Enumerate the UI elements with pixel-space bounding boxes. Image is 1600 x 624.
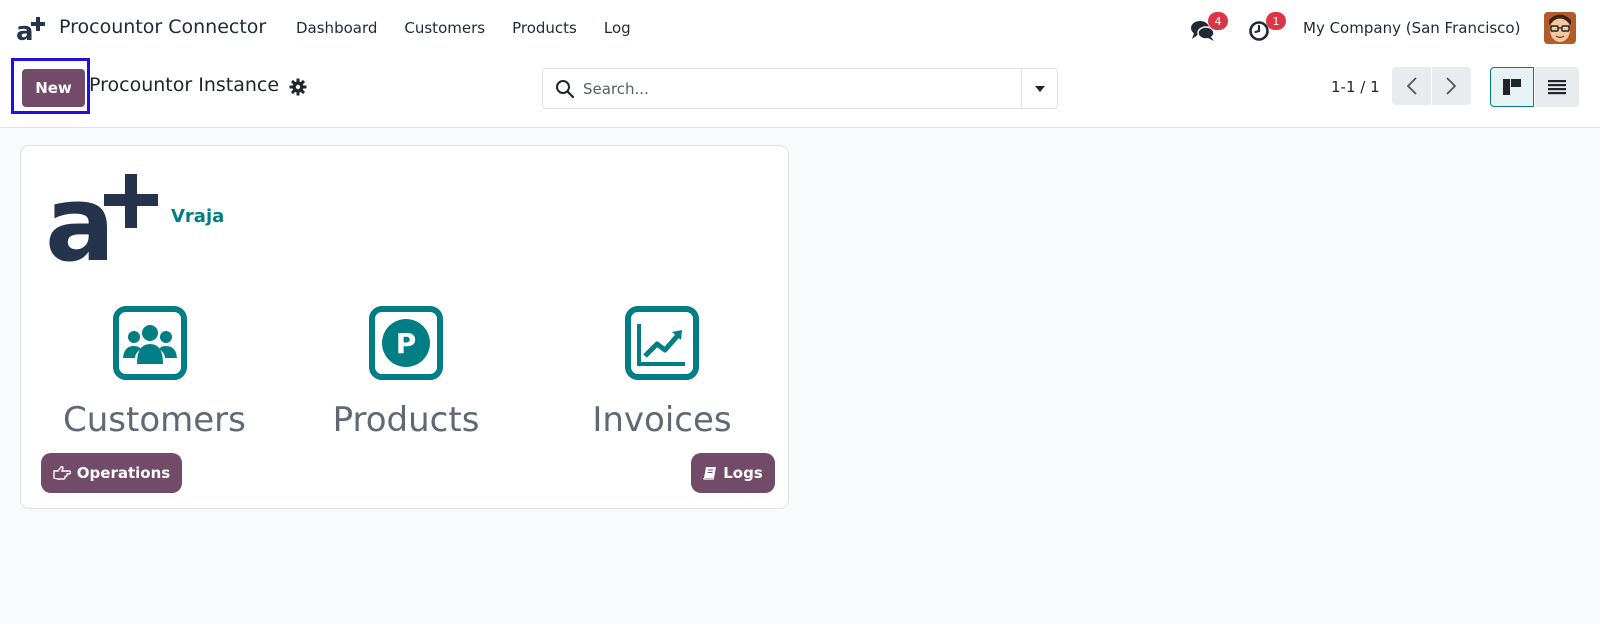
instance-name[interactable]: Vraja — [171, 206, 224, 227]
pager-next-button[interactable] — [1432, 67, 1471, 105]
svg-text:a: a — [16, 17, 34, 42]
chevron-right-icon — [1446, 77, 1457, 95]
kanban-view-button[interactable] — [1490, 67, 1534, 107]
search-input[interactable] — [583, 75, 1003, 103]
search-options-toggle[interactable] — [1021, 69, 1057, 108]
menu-dashboard[interactable]: Dashboard — [296, 19, 377, 37]
menu-products[interactable]: Products — [512, 19, 577, 37]
app-title[interactable]: Procountor Connector — [59, 16, 266, 38]
page-title: Procountor Instance — [89, 74, 280, 96]
users-icon[interactable] — [113, 306, 187, 380]
messages-button[interactable]: 4 — [1190, 12, 1228, 42]
svg-text:a: a — [45, 174, 115, 264]
company-switcher[interactable]: My Company (San Francisco) — [1303, 19, 1520, 37]
list-view-button[interactable] — [1535, 67, 1579, 107]
pager-previous-button[interactable] — [1392, 67, 1431, 105]
stat-invoices[interactable]: Invoices — [577, 400, 747, 440]
new-button[interactable]: New — [22, 69, 85, 107]
messages-badge: 4 — [1208, 12, 1228, 30]
caret-down-icon — [1035, 86, 1045, 92]
logs-label: Logs — [723, 464, 763, 482]
instance-card[interactable]: a Vraja Customers P Products Invoices Op… — [20, 145, 789, 509]
product-p-icon[interactable]: P — [369, 306, 443, 380]
chevron-left-icon — [1406, 77, 1417, 95]
hand-point-right-icon — [53, 466, 71, 480]
chart-line-icon[interactable] — [625, 306, 699, 380]
user-avatar[interactable] — [1544, 12, 1576, 44]
operations-label: Operations — [76, 464, 171, 482]
top-navbar: a Procountor Connector Dashboard Custome… — [0, 0, 1600, 56]
activities-button[interactable]: 1 — [1248, 12, 1286, 42]
search-icon — [556, 80, 575, 99]
stat-customers[interactable]: Customers — [63, 400, 246, 440]
gear-icon[interactable] — [289, 78, 307, 96]
highlight-frame: New — [11, 58, 90, 114]
book-icon — [703, 467, 717, 480]
menu-log[interactable]: Log — [604, 19, 631, 37]
operations-button[interactable]: Operations — [41, 453, 182, 493]
logs-button[interactable]: Logs — [691, 453, 775, 493]
app-logo-icon[interactable]: a — [16, 14, 48, 42]
kanban-icon — [1503, 79, 1521, 95]
activities-badge: 1 — [1266, 12, 1286, 30]
procountor-logo-icon: a — [45, 174, 158, 264]
list-icon — [1548, 80, 1566, 95]
control-panel: New Procountor Instance 1-1 / 1 — [0, 56, 1600, 128]
main-menu: Dashboard Customers Products Log — [296, 19, 658, 37]
avatar-face-icon — [1544, 12, 1576, 44]
pager-value[interactable]: 1-1 / 1 — [1331, 78, 1380, 96]
menu-customers[interactable]: Customers — [404, 19, 485, 37]
search-box — [542, 68, 1058, 109]
svg-text:P: P — [396, 327, 417, 360]
stat-products[interactable]: Products — [319, 400, 493, 440]
